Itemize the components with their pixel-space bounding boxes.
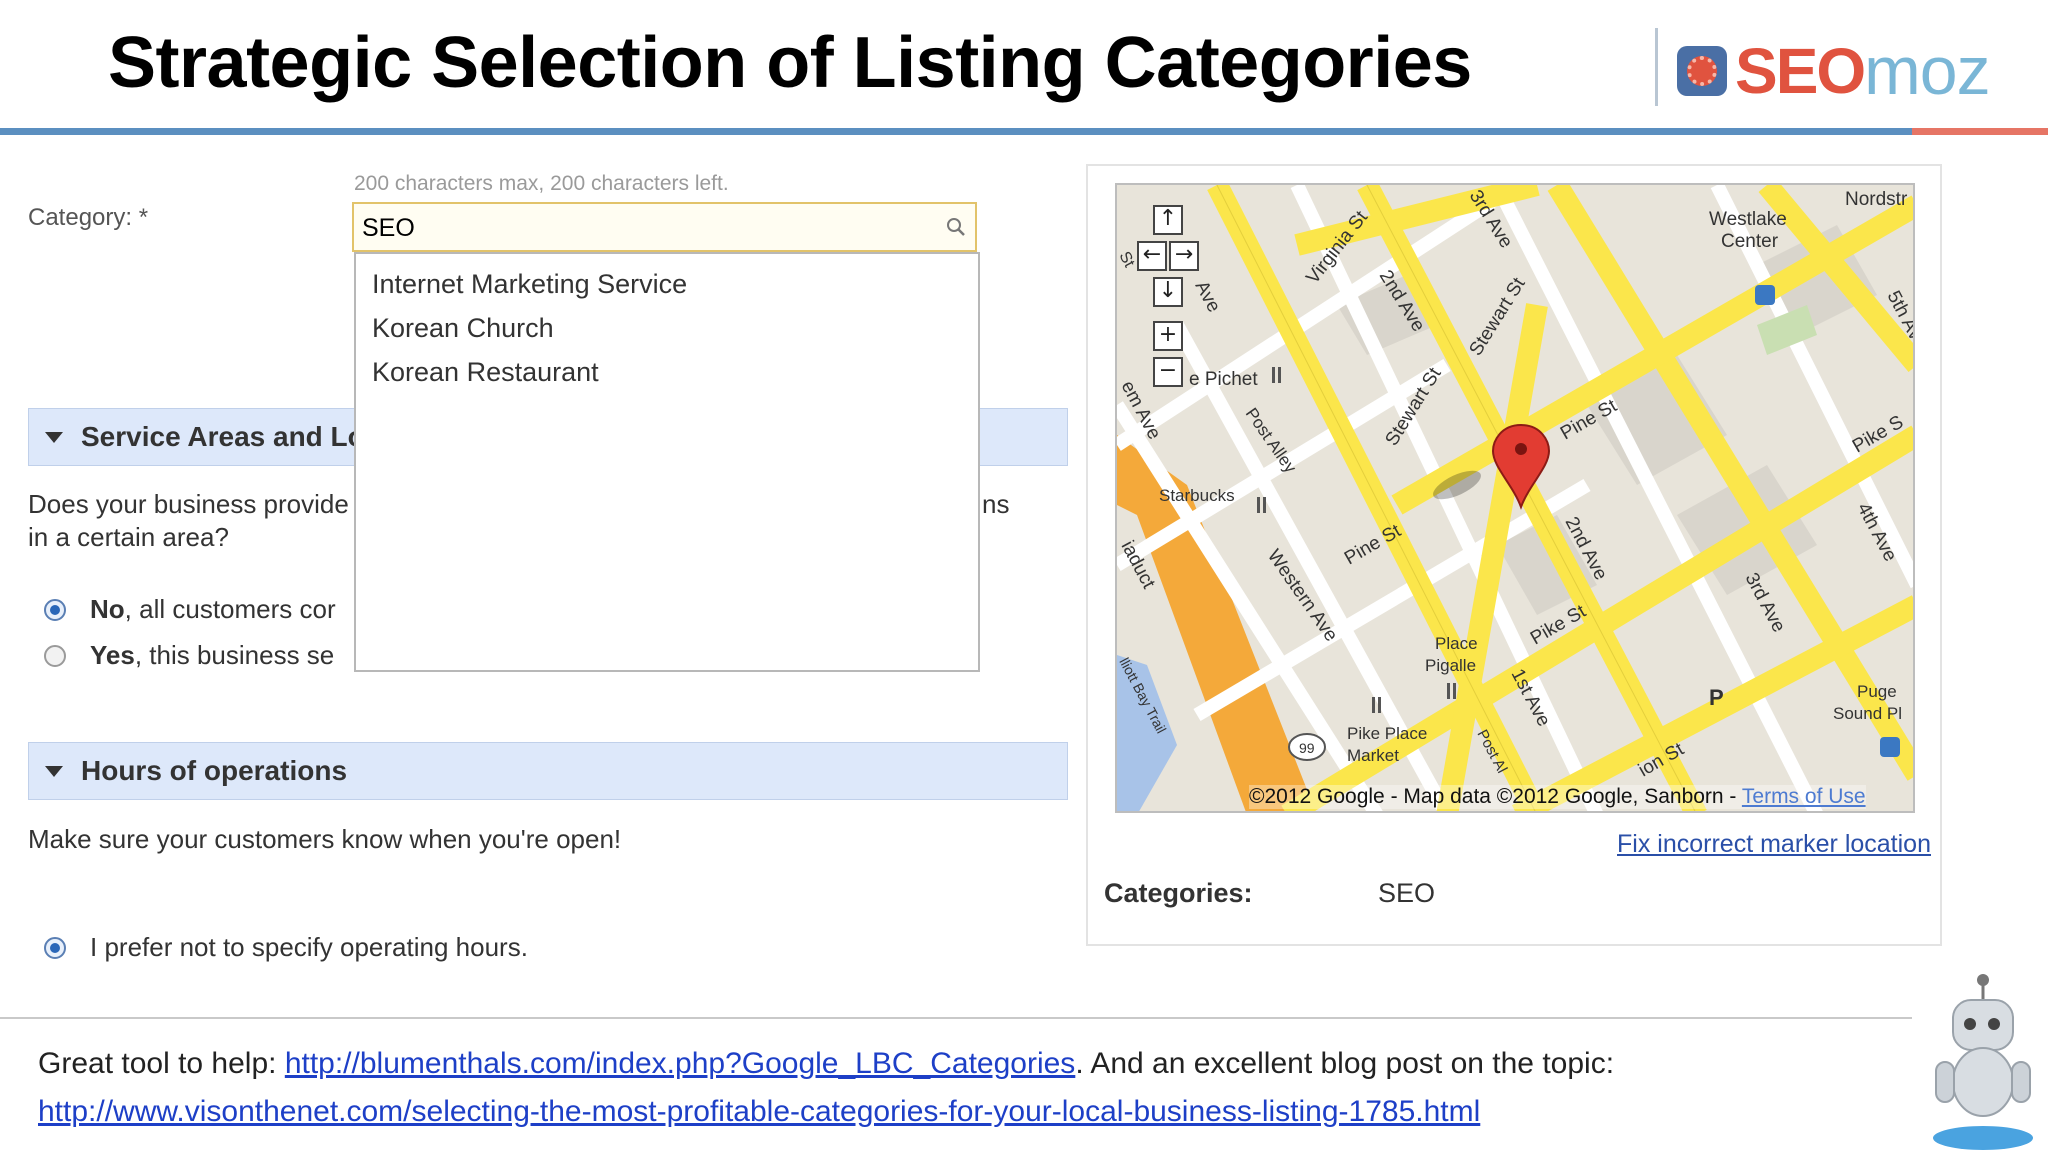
map-label: Nordstr [1845,189,1908,210]
section-heading: Service Areas and Lo [81,421,365,452]
hours-description: Make sure your customers know when you'r… [28,824,622,854]
logo-text-seo: SEO [1735,35,1866,107]
radio-button-selected[interactable] [44,598,66,621]
category-input[interactable]: SEO [352,202,977,252]
pan-down-icon[interactable]: ↓ [1153,277,1183,307]
pan-right-icon[interactable]: → [1169,241,1199,271]
map-label: Westlake [1709,209,1787,230]
map-label: Pike Place [1347,724,1427,743]
footer-divider [0,1017,1912,1019]
service-question-line2: in a certain area? [28,522,229,552]
service-question-line1: Does your business provide [28,489,349,519]
category-label: Category: * [28,204,149,231]
radio-button[interactable] [44,644,66,667]
radio-button-selected[interactable] [44,936,66,959]
map-label: Center [1721,231,1779,252]
suggestion-item[interactable]: Korean Restaurant [356,352,978,396]
map-copyright: ©2012 Google - Map data ©2012 Google, Sa… [1249,785,1866,809]
pan-left-icon[interactable]: ← [1137,241,1167,271]
seomoz-badge-icon [1677,46,1727,96]
character-limit-hint: 200 characters max, 200 characters left. [354,172,729,195]
category-input-value: SEO [362,214,415,242]
footer-link-blumenthals[interactable]: http://blumenthals.com/index.php?Google_… [285,1047,1076,1080]
header-rule-accent [1912,128,2048,135]
pan-up-icon[interactable]: ↑ [1153,205,1183,235]
section-heading: Hours of operations [81,755,348,786]
suggestion-item[interactable]: Korean Church [356,308,978,352]
service-question-line1-end: ns [982,489,1010,519]
category-suggestions-dropdown: Internet Marketing Service Korean Church… [354,252,980,672]
map-label: Pigalle [1425,656,1476,675]
title-divider [1655,28,1658,106]
map-copyright-text: ©2012 Google - Map data ©2012 Google, Sa… [1249,785,1742,808]
categories-label: Categories: [1104,878,1253,908]
collapse-triangle-icon [45,431,63,443]
slide-title: Strategic Selection of Listing Categorie… [108,23,1472,103]
map-label: Puge [1857,682,1897,701]
zoom-out-icon[interactable]: − [1153,357,1183,387]
transit-icon [1880,737,1900,757]
suggestion-item[interactable]: Internet Marketing Service [356,264,978,308]
map[interactable]: Virginia St 3rd Ave Westlake Center Nord… [1115,183,1915,813]
zoom-in-icon[interactable]: + [1153,321,1183,351]
footer-suffix: . And an excellent blog post on the topi… [1075,1047,1615,1080]
map-label: Place [1435,634,1478,653]
categories-value: SEO [1378,878,1436,908]
footer-note: Great tool to help: http://blumenthals.c… [38,1040,1614,1136]
option-yes-label: Yes [90,640,135,670]
radio-option-no[interactable]: No , all customers cor [44,594,336,625]
terms-of-use-link[interactable]: Terms of Use [1742,785,1866,808]
no-hours-label: I prefer not to specify operating hours. [90,932,528,962]
map-label: Market [1347,746,1399,765]
roger-robot-mascot-icon [1933,974,2033,1150]
radio-option-no-hours[interactable]: I prefer not to specify operating hours. [44,932,528,963]
option-no-text: , all customers cor [124,594,336,624]
logo-text-moz: moz [1864,33,1990,109]
parking-icon: P [1709,685,1724,710]
map-label: e Pichet [1189,369,1258,390]
option-yes-text: , this business se [134,640,335,670]
map-label: Sound Pl [1833,704,1902,723]
hours-section-header[interactable]: Hours of operations [28,742,1068,800]
map-label: Starbucks [1159,486,1235,505]
radio-option-yes[interactable]: Yes , this business se [44,640,334,671]
map-canvas: Virginia St 3rd Ave Westlake Center Nord… [1117,185,1913,811]
map-label: 99 [1299,740,1315,756]
header-rule [0,128,1912,135]
seomoz-logo: SEO moz [1677,33,1991,109]
collapse-triangle-icon [45,765,63,777]
footer-prefix: Great tool to help: [38,1047,285,1080]
footer-link-visonthenet[interactable]: http://www.visonthenet.com/selecting-the… [38,1095,1480,1128]
fix-marker-location-link[interactable]: Fix incorrect marker location [1617,830,1931,859]
search-icon[interactable] [945,216,967,238]
option-no-label: No [90,594,125,624]
transit-icon [1755,285,1775,305]
